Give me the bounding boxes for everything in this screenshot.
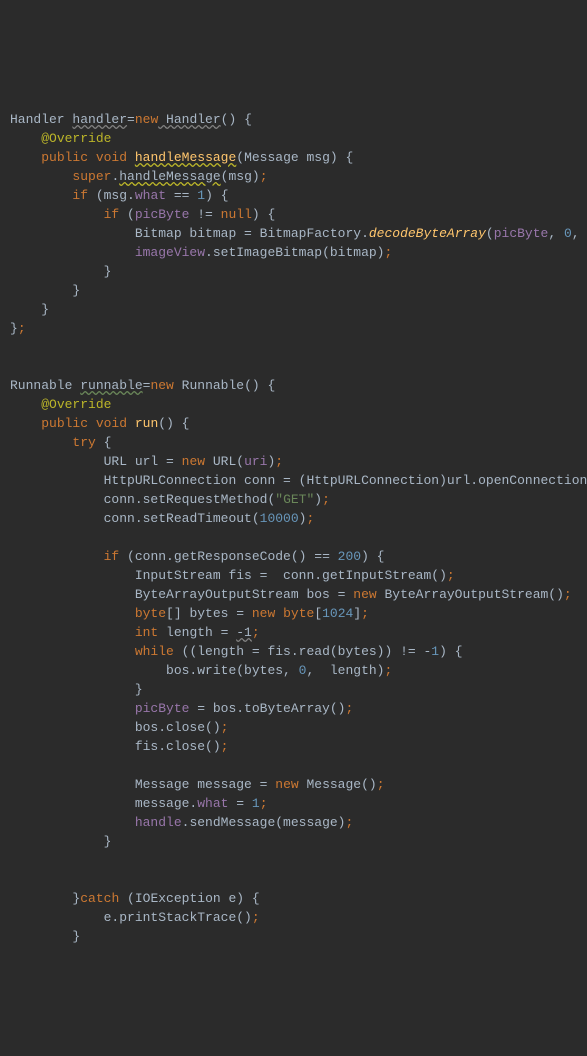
code-line: Runnable runnable=new Runnable() { <box>10 378 275 393</box>
blank-line <box>10 853 18 868</box>
blank-line <box>10 359 18 374</box>
code-line: super.handleMessage(msg); <box>10 169 268 184</box>
code-line: if (msg.what == 1) { <box>10 188 229 203</box>
code-line: imageView.setImageBitmap(bitmap); <box>10 245 392 260</box>
code-line: ByteArrayOutputStream bos = new ByteArra… <box>10 587 572 602</box>
code-line: InputStream fis = conn.getInputStream(); <box>10 568 455 583</box>
code-line: public void handleMessage(Message msg) { <box>10 150 353 165</box>
code-line: } <box>10 834 111 849</box>
code-line: e.printStackTrace(); <box>10 910 260 925</box>
code-editor[interactable]: Handler handler=new Handler() { @Overrid… <box>10 91 577 946</box>
code-line: bos.close(); <box>10 720 228 735</box>
code-line: } <box>10 682 143 697</box>
code-line: @Override <box>10 131 111 146</box>
blank-line <box>10 530 18 545</box>
code-line: conn.setReadTimeout(10000); <box>10 511 314 526</box>
code-line: message.what = 1; <box>10 796 268 811</box>
blank-line <box>10 340 18 355</box>
code-line: handle.sendMessage(message); <box>10 815 353 830</box>
code-line: } <box>10 283 80 298</box>
code-line: HttpURLConnection conn = (HttpURLConnect… <box>10 473 587 488</box>
code-line: if (conn.getResponseCode() == 200) { <box>10 549 384 564</box>
code-line: fis.close(); <box>10 739 228 754</box>
code-line: int length = -1; <box>10 625 260 640</box>
code-line: if (picByte != null) { <box>10 207 275 222</box>
code-line: while ((length = fis.read(bytes)) != -1)… <box>10 644 463 659</box>
code-line: Handler handler=new Handler() { <box>10 112 252 127</box>
code-line: }catch (IOException e) { <box>10 891 260 906</box>
code-line: conn.setRequestMethod("GET"); <box>10 492 330 507</box>
code-line: byte[] bytes = new byte[1024]; <box>10 606 369 621</box>
code-line: try { <box>10 435 111 450</box>
code-line: } <box>10 264 111 279</box>
code-line: } <box>10 302 49 317</box>
code-line: Bitmap bitmap = BitmapFactory.decodeByte… <box>10 226 587 241</box>
code-line: bos.write(bytes, 0, length); <box>10 663 392 678</box>
code-line: }; <box>10 321 26 336</box>
blank-line <box>10 758 18 773</box>
code-line: Message message = new Message(); <box>10 777 385 792</box>
code-line: URL url = new URL(uri); <box>10 454 283 469</box>
code-line: } <box>10 929 80 944</box>
code-line: public void run() { <box>10 416 189 431</box>
blank-line <box>10 872 18 887</box>
code-line: picByte = bos.toByteArray(); <box>10 701 353 716</box>
code-line: @Override <box>10 397 111 412</box>
